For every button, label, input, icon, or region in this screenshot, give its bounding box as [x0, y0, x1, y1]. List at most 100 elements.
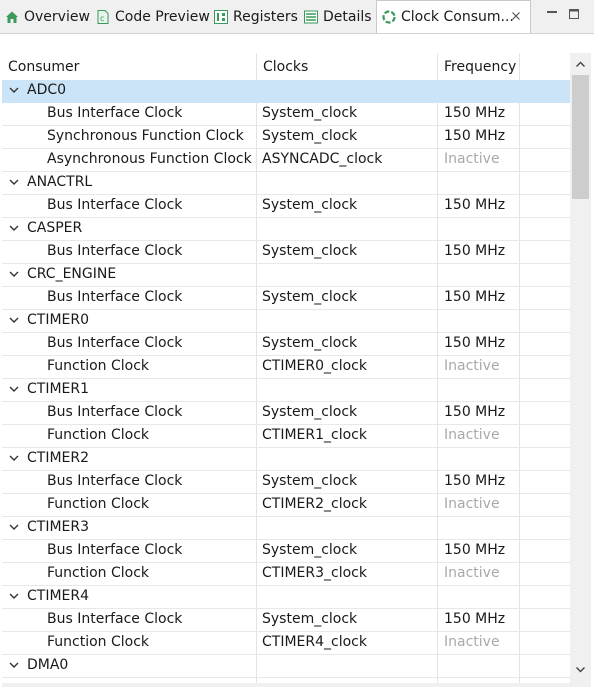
horizontal-scrollbar[interactable]: [2, 683, 591, 687]
frequency-cell: 150 MHz: [444, 105, 506, 121]
consumer-cell: Bus Interface Clock: [47, 542, 183, 558]
clock-cell: System_clock: [262, 289, 358, 305]
table-row[interactable]: Bus Interface Clock System_clock 150 MHz: [2, 402, 570, 425]
clock-cell: System_clock: [262, 243, 358, 259]
close-icon[interactable]: [510, 10, 522, 22]
group-name: CTIMER1: [27, 381, 90, 397]
column-header-clocks[interactable]: Clocks: [263, 59, 308, 75]
table-row[interactable]: Function Clock CTIMER3_clock Inactive: [2, 563, 570, 586]
tab-overview[interactable]: Overview: [4, 0, 90, 33]
consumer-cell: Bus Interface Clock: [47, 243, 183, 259]
group-name: CTIMER3: [27, 519, 90, 535]
consumer-cell: Bus Interface Clock: [47, 611, 183, 627]
table-row[interactable]: Bus Interface Clock System_clock 150 MHz: [2, 287, 570, 310]
tab-clock-consumers[interactable]: Clock Consum...: [376, 0, 531, 33]
table-row[interactable]: Bus Interface Clock System_clock 150 MHz: [2, 540, 570, 563]
chevron-down-icon[interactable]: [8, 521, 20, 533]
table-row[interactable]: Bus Interface Clock System_clock 150 MHz: [2, 471, 570, 494]
tab-label: Code Preview: [115, 8, 210, 25]
svg-text:c: c: [100, 14, 104, 23]
tree-group-row[interactable]: CTIMER3: [2, 517, 570, 540]
table-row[interactable]: Asynchronous Function Clock ASYNCADC_cloc…: [2, 149, 570, 172]
table-header: Consumer Clocks Frequency: [2, 53, 570, 80]
frequency-cell: 150 MHz: [444, 473, 506, 489]
frequency-cell: 150 MHz: [444, 611, 506, 627]
clock-cell: CTIMER0_clock: [262, 358, 367, 374]
chevron-down-icon[interactable]: [8, 383, 20, 395]
table-row[interactable]: Function Clock CTIMER1_clock Inactive: [2, 425, 570, 448]
column-header-consumer[interactable]: Consumer: [8, 59, 79, 75]
clock-cell: System_clock: [262, 473, 358, 489]
code-file-icon: c: [95, 9, 111, 25]
consumer-cell: Synchronous Function Clock: [47, 128, 244, 144]
frequency-cell: 150 MHz: [444, 197, 506, 213]
clock-cell: ASYNCADC_clock: [262, 151, 383, 167]
registers-icon: [213, 9, 229, 25]
frequency-cell: 150 MHz: [444, 542, 506, 558]
chevron-down-icon[interactable]: [8, 314, 20, 326]
consumer-cell: Function Clock: [47, 634, 150, 650]
tab-label: Registers: [233, 8, 298, 25]
table-row[interactable]: Function Clock CTIMER4_clock Inactive: [2, 632, 570, 655]
tree-group-row[interactable]: CTIMER4: [2, 586, 570, 609]
consumer-cell: Function Clock: [47, 496, 150, 512]
frequency-cell: Inactive: [444, 358, 500, 374]
frequency-cell: Inactive: [444, 151, 500, 167]
clock-consumers-icon: [381, 9, 397, 25]
home-icon: [4, 9, 20, 25]
tab-code-preview[interactable]: c Code Preview: [95, 0, 210, 33]
scroll-down-icon[interactable]: [574, 663, 587, 676]
consumer-cell: Asynchronous Function Clock: [47, 151, 252, 167]
table-row[interactable]: Bus Interface Clock System_clock 150 MHz: [2, 609, 570, 632]
chevron-down-icon[interactable]: [8, 222, 20, 234]
group-name: ADC0: [27, 82, 67, 98]
tree-group-row[interactable]: CTIMER2: [2, 448, 570, 471]
table-row[interactable]: Function Clock CTIMER2_clock Inactive: [2, 494, 570, 517]
tab-registers[interactable]: Registers: [213, 0, 298, 33]
table-row[interactable]: Bus Interface Clock System_clock 150 MHz: [2, 103, 570, 126]
frequency-cell: 150 MHz: [444, 335, 506, 351]
table-row[interactable]: Synchronous Function Clock System_clock 15…: [2, 126, 570, 149]
minimize-icon[interactable]: [545, 7, 559, 21]
editor-tab-bar: Overview c Code Preview Registers Detail…: [0, 0, 594, 34]
column-header-frequency[interactable]: Frequency: [444, 59, 516, 75]
table-row[interactable]: Function Clock CTIMER0_clock Inactive: [2, 356, 570, 379]
consumer-cell: Bus Interface Clock: [47, 289, 183, 305]
tree-group-row[interactable]: CASPER: [2, 218, 570, 241]
group-name: DMA0: [27, 657, 69, 673]
chevron-down-icon[interactable]: [8, 268, 20, 280]
clock-cell: System_clock: [262, 542, 358, 558]
table-row[interactable]: Bus Interface Clock System_clock 150 MHz: [2, 333, 570, 356]
consumer-cell: Bus Interface Clock: [47, 105, 183, 121]
clock-consumers-table: Consumer Clocks Frequency ADC0 Bus Interf…: [2, 53, 570, 683]
tree-group-row[interactable]: CTIMER0: [2, 310, 570, 333]
scrollbar-thumb[interactable]: [572, 75, 589, 199]
tree-group-row[interactable]: DMA0: [2, 655, 570, 678]
chevron-down-icon[interactable]: [8, 659, 20, 671]
group-name: CASPER: [27, 220, 83, 236]
chevron-down-icon[interactable]: [8, 590, 20, 602]
tree-group-row[interactable]: CTIMER1: [2, 379, 570, 402]
table-row[interactable]: Bus Interface Clock System_clock 150 MHz: [2, 195, 570, 218]
clock-cell: System_clock: [262, 197, 358, 213]
maximize-icon[interactable]: [567, 7, 581, 21]
chevron-down-icon[interactable]: [8, 176, 20, 188]
frequency-cell: Inactive: [444, 496, 500, 512]
tree-group-row[interactable]: ADC0: [2, 80, 570, 103]
tab-details[interactable]: Details: [303, 0, 372, 33]
frequency-cell: 150 MHz: [444, 243, 506, 259]
tree-group-row[interactable]: CRC_ENGINE: [2, 264, 570, 287]
table-row[interactable]: Bus Interface Clock System_clock 150 MHz: [2, 241, 570, 264]
scroll-up-icon[interactable]: [574, 58, 587, 71]
tree-group-row[interactable]: ANACTRL: [2, 172, 570, 195]
tab-label: Details: [323, 8, 372, 25]
group-name: CTIMER0: [27, 312, 90, 328]
frequency-cell: 150 MHz: [444, 404, 506, 420]
clock-cell: System_clock: [262, 404, 358, 420]
clock-cell: System_clock: [262, 335, 358, 351]
details-list-icon: [303, 9, 319, 25]
chevron-down-icon[interactable]: [8, 84, 20, 96]
chevron-down-icon[interactable]: [8, 452, 20, 464]
vertical-scrollbar[interactable]: [570, 53, 591, 683]
clock-cell: CTIMER3_clock: [262, 565, 367, 581]
